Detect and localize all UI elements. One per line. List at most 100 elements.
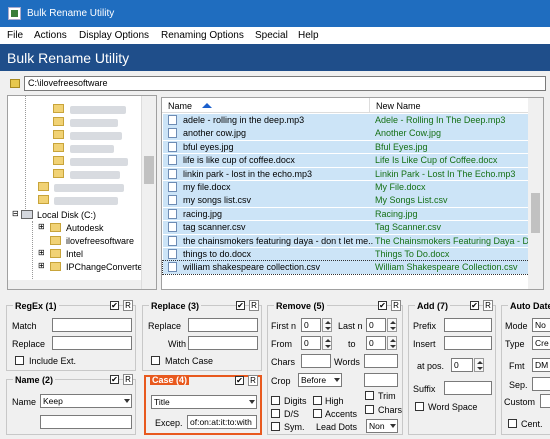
name-enable-checkbox[interactable]: ✔	[110, 375, 119, 384]
file-row[interactable]: things to do.docx Things To Do.docx	[163, 248, 533, 261]
column-header-name[interactable]: Name	[162, 98, 370, 113]
menu-help[interactable]: Help	[298, 30, 319, 41]
chars-input[interactable]	[301, 354, 331, 368]
at-pos-label: at pos.	[417, 361, 445, 371]
add-reset-button[interactable]: R	[483, 300, 493, 311]
to-spinner[interactable]	[387, 336, 397, 350]
cent-checkbox[interactable]	[508, 419, 517, 428]
fmt-select[interactable]: DM	[532, 358, 550, 372]
file-row[interactable]: my songs list.csv My Songs List.csv	[163, 194, 533, 207]
tree-item-intel[interactable]: ⊞ Intel	[8, 248, 148, 260]
regex-match-input[interactable]	[52, 318, 132, 332]
except-input[interactable]: of:on:at:it:to:with	[187, 415, 257, 429]
file-row[interactable]: adele - rolling in the deep.mp3 Adele - R…	[163, 114, 533, 127]
include-ext-checkbox[interactable]	[15, 356, 24, 365]
replace-enable-checkbox[interactable]: ✔	[236, 301, 245, 310]
from-spinner[interactable]	[322, 336, 332, 350]
tree-label: IPChangeConverte	[66, 262, 143, 272]
regex-enable-checkbox[interactable]: ✔	[110, 301, 119, 310]
custom-input[interactable]	[540, 394, 550, 408]
first-n-spinner[interactable]	[322, 318, 332, 332]
case-enable-checkbox[interactable]: ✔	[235, 376, 244, 385]
at-pos-spinner[interactable]	[474, 358, 484, 372]
match-case-checkbox[interactable]	[151, 356, 160, 365]
crop-text-input[interactable]	[364, 373, 398, 387]
at-pos-input[interactable]: 0	[451, 358, 473, 372]
sym-checkbox[interactable]	[271, 422, 280, 431]
replace-reset-button[interactable]: R	[249, 300, 259, 311]
regex-replace-input[interactable]	[52, 336, 132, 350]
file-row[interactable]: another cow.jpg Another Cow.jpg	[163, 127, 533, 140]
tree-item-autodesk[interactable]: ⊞ Autodesk	[8, 222, 148, 234]
tree-item-ipchangeconverter[interactable]: ⊞ IPChangeConverte	[8, 261, 148, 273]
path-input[interactable]: C:\ilovefreesoftware	[24, 76, 546, 91]
prefix-input[interactable]	[444, 318, 492, 332]
folder-icon	[50, 236, 61, 245]
name-reset-button[interactable]: R	[123, 374, 133, 385]
regex-match-label: Match	[12, 321, 37, 331]
expand-icon[interactable]: ⊞	[38, 222, 45, 231]
remove-reset-button[interactable]: R	[391, 300, 401, 311]
trim-checkbox[interactable]	[365, 391, 374, 400]
file-row[interactable]: racing.jpg Racing.jpg	[163, 207, 533, 221]
mode-select[interactable]: No	[532, 318, 550, 332]
lead-dots-select[interactable]: Non	[366, 419, 398, 433]
file-row[interactable]: my file.docx My File.docx	[163, 181, 533, 194]
file-list-scrollbar[interactable]	[528, 98, 543, 289]
with-input[interactable]	[188, 336, 258, 350]
file-icon	[168, 141, 177, 152]
file-row[interactable]: william shakespeare collection.csv Willia…	[162, 260, 534, 275]
add-enable-checkbox[interactable]: ✔	[470, 301, 479, 310]
tree-scrollbar[interactable]	[141, 96, 156, 289]
folder-icon[interactable]	[10, 79, 20, 88]
folder-tree[interactable]: ⊟ Local Disk (C:) ⊞ Autodesk ilovefreeso…	[7, 95, 157, 290]
words-input[interactable]	[364, 354, 398, 368]
folder-icon	[53, 156, 64, 165]
menu-actions[interactable]: Actions	[34, 30, 67, 41]
name-fixed-input[interactable]	[40, 415, 132, 429]
last-n-input[interactable]: 0	[366, 318, 386, 332]
menu-file[interactable]: File	[7, 30, 23, 41]
digits-checkbox[interactable]	[271, 396, 280, 405]
file-row[interactable]: bful eyes.jpg Bful Eyes.jpg	[163, 140, 533, 154]
file-row[interactable]: linkin park - lost in the echo.mp3 Linkin…	[163, 167, 533, 181]
file-row[interactable]: the chainsmokers featuring daya - don t …	[163, 234, 533, 248]
type-select[interactable]: Cre	[532, 336, 550, 350]
first-n-input[interactable]: 0	[301, 318, 321, 332]
tree-item-local-disk[interactable]: ⊟ Local Disk (C:)	[8, 209, 148, 221]
case-reset-button[interactable]: R	[248, 375, 258, 386]
to-input[interactable]: 0	[366, 336, 386, 350]
chars-checkbox[interactable]	[365, 405, 374, 414]
ds-checkbox[interactable]	[271, 409, 280, 418]
file-icon	[168, 249, 177, 259]
remove-enable-checkbox[interactable]: ✔	[378, 301, 387, 310]
menu-special[interactable]: Special	[255, 30, 288, 41]
tree-horizontal-scrollbar[interactable]	[8, 280, 141, 289]
suffix-input[interactable]	[444, 381, 492, 395]
collapse-icon[interactable]: ⊟	[12, 209, 19, 218]
case-select[interactable]: Title	[151, 395, 257, 409]
high-checkbox[interactable]	[313, 396, 322, 405]
sep-input[interactable]	[532, 377, 550, 391]
menu-renaming-options[interactable]: Renaming Options	[161, 30, 244, 41]
from-input[interactable]: 0	[301, 336, 321, 350]
last-n-spinner[interactable]	[387, 318, 397, 332]
file-list[interactable]: Name New Name adele - rolling in the dee…	[161, 97, 544, 290]
name-select[interactable]: Keep	[40, 394, 132, 408]
regex-reset-button[interactable]: R	[123, 300, 133, 311]
replace-input[interactable]	[188, 318, 258, 332]
column-new-name-label: New Name	[376, 101, 421, 111]
insert-input[interactable]	[444, 336, 492, 350]
banner-title: Bulk Rename Utility	[7, 50, 130, 66]
expand-icon[interactable]: ⊞	[38, 248, 45, 257]
from-label: From	[271, 339, 292, 349]
file-row[interactable]: tag scanner.csv Tag Scanner.csv	[163, 221, 533, 234]
word-space-checkbox[interactable]	[415, 402, 424, 411]
menu-display-options[interactable]: Display Options	[79, 30, 149, 41]
column-header-new-name[interactable]: New Name	[370, 98, 536, 113]
expand-icon[interactable]: ⊞	[38, 261, 45, 270]
tree-item-ilovefreesoftware[interactable]: ilovefreesoftware	[8, 235, 148, 247]
crop-select[interactable]: Before	[298, 373, 342, 387]
accents-checkbox[interactable]	[313, 409, 322, 418]
file-row[interactable]: life is like cup of coffee.docx Life Is L…	[163, 154, 533, 167]
